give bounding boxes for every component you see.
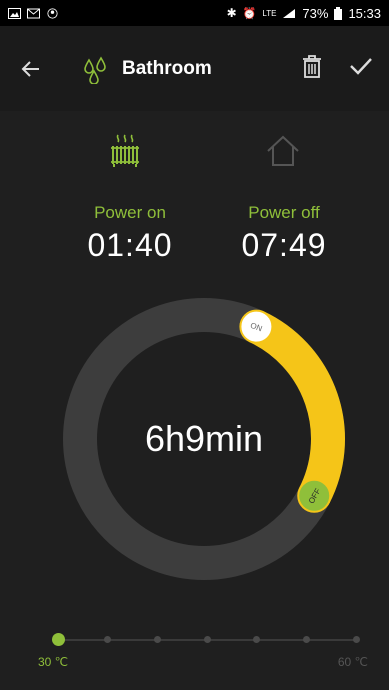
account-circle-icon: [47, 7, 58, 19]
appbar-actions: [301, 54, 373, 83]
slider-step-dot[interactable]: [352, 636, 360, 643]
signal-icon: [283, 8, 296, 18]
clock: 15:33: [348, 5, 381, 21]
back-button[interactable]: [16, 54, 46, 84]
house-icon: [267, 135, 299, 166]
slider-step-dot[interactable]: [203, 636, 211, 643]
heater-mode-button[interactable]: [105, 131, 145, 171]
app-bar: Bathroom: [0, 26, 389, 111]
temp-max-label: 60 ℃: [337, 655, 368, 669]
alarm-icon: ⏰: [242, 7, 257, 20]
duration-label: 6h9min: [144, 418, 264, 459]
temperature-slider[interactable]: 30 ℃ 60 ℃: [38, 627, 368, 677]
slider-step-dot[interactable]: [253, 636, 261, 643]
check-icon: [350, 58, 372, 75]
power-on-time: 01:40: [87, 227, 173, 263]
slider-step-dot[interactable]: [104, 636, 112, 643]
bathroom-icon: [80, 54, 110, 84]
power-off-time: 07:49: [241, 227, 327, 263]
power-on-label: Power on: [94, 203, 166, 222]
power-off-label: Power off: [248, 203, 320, 222]
slider-thumb[interactable]: [52, 633, 65, 646]
delete-button[interactable]: [301, 54, 323, 83]
arrow-left-icon: [21, 60, 39, 77]
battery-percent: 73%: [302, 5, 329, 21]
page-title: Bathroom: [122, 57, 212, 79]
status-bar: ✱ ⏰ LTE 73% 15:33: [0, 0, 389, 26]
main-content: Power on 01:40 Power off 07:49 ON OFF 6h…: [0, 111, 389, 690]
status-left: [8, 7, 59, 19]
power-on-block[interactable]: Power on 01:40: [70, 203, 190, 264]
radiator-icon: [111, 134, 139, 167]
battery-icon: [334, 6, 343, 20]
slider-step-dot[interactable]: [302, 636, 310, 643]
temp-min-label: 30 ℃: [38, 655, 69, 669]
network-label: LTE: [262, 8, 277, 18]
slider-step-dot[interactable]: [153, 636, 161, 643]
trash-icon: [303, 55, 321, 78]
gallery-icon: [8, 7, 21, 19]
status-right: ✱ ⏰ LTE 73% 15:33: [227, 6, 381, 21]
home-mode-button[interactable]: [263, 131, 303, 171]
mail-icon: [27, 8, 40, 18]
bluetooth-icon: ✱: [226, 6, 237, 20]
power-off-block[interactable]: Power off 07:49: [224, 203, 344, 264]
confirm-button[interactable]: [349, 56, 373, 81]
